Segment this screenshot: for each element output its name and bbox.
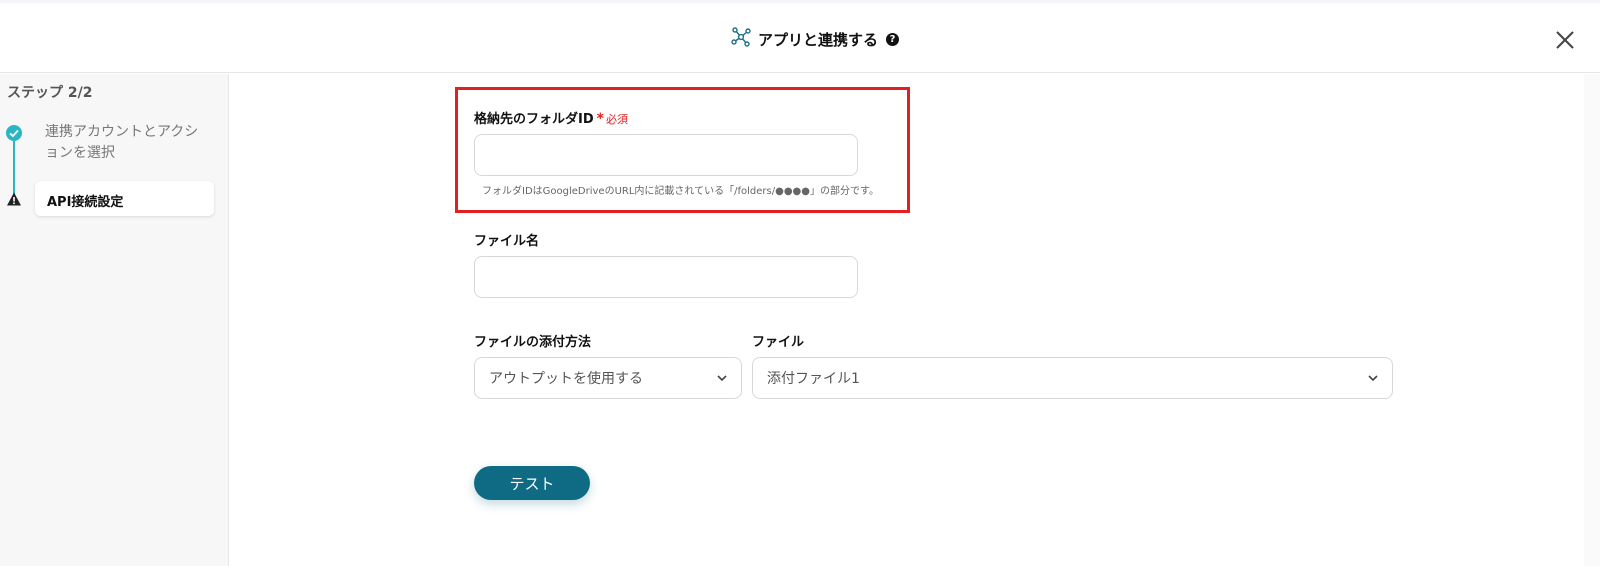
attach-method-label: ファイルの添付方法	[474, 335, 592, 350]
step-1-label[interactable]: 連携アカウントとアクションを選択	[45, 122, 205, 164]
attach-method-value: アウトプットを使用する	[489, 371, 643, 387]
file-name-input[interactable]	[474, 256, 858, 298]
folder-id-hint: フォルダIDはGoogleDriveのURL内に記載されている「/folders…	[482, 186, 879, 197]
step-counter: ステップ 2/2	[7, 85, 93, 101]
folder-id-label: 格納先のフォルダID * 必須	[474, 108, 628, 127]
chevron-down-icon	[717, 375, 727, 382]
modal-header: アプリと連携する ?	[0, 3, 1600, 73]
header-title-group: アプリと連携する ?	[730, 25, 900, 53]
file-select[interactable]: 添付ファイル1	[752, 357, 1393, 399]
test-button[interactable]: テスト	[474, 466, 590, 500]
required-text: 必須	[605, 113, 628, 126]
close-button[interactable]	[1552, 27, 1578, 53]
page-title: アプリと連携する	[758, 30, 879, 49]
step-2-label[interactable]: API接続設定	[35, 181, 214, 216]
close-icon	[1556, 31, 1574, 49]
scrollbar[interactable]	[1584, 74, 1600, 566]
file-name-label: ファイル名	[474, 234, 540, 249]
check-circle-icon	[6, 125, 22, 141]
app-connect-icon	[730, 26, 752, 52]
attach-method-select[interactable]: アウトプットを使用する	[474, 357, 742, 399]
step-sidebar: ステップ 2/2 連携アカウントとアクションを選択 API接続設定	[0, 74, 229, 566]
folder-id-input[interactable]	[474, 134, 858, 176]
warning-icon	[6, 191, 22, 207]
folder-id-label-text: 格納先のフォルダID	[474, 112, 594, 127]
help-icon[interactable]: ?	[886, 32, 900, 46]
file-value: 添付ファイル1	[767, 371, 860, 387]
chevron-down-icon	[1368, 375, 1378, 382]
step-connector	[13, 140, 15, 198]
required-star: *	[596, 111, 604, 127]
file-label: ファイル	[752, 335, 805, 350]
